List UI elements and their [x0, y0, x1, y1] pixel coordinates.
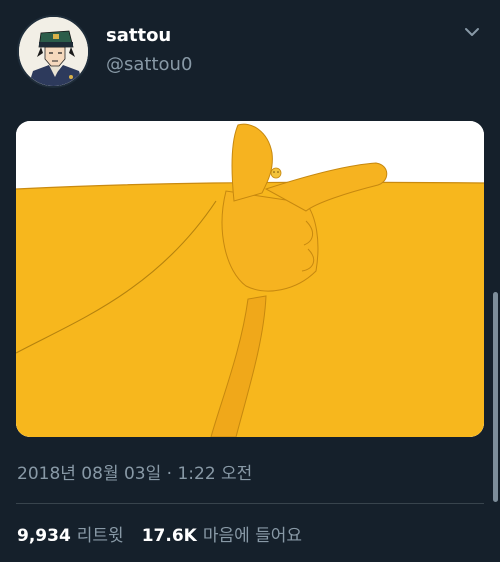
- character-avatar-icon: [19, 17, 88, 86]
- avatar[interactable]: [17, 15, 90, 88]
- like-count[interactable]: 17.6K: [142, 526, 197, 546]
- tweet-header: sattou @sattou0: [0, 0, 500, 110]
- tweet-timestamp[interactable]: 2018년 08월 03일 · 1:22 오전: [17, 459, 252, 484]
- user-handle[interactable]: @sattou0: [106, 54, 192, 75]
- retweet-count[interactable]: 9,934: [17, 526, 71, 546]
- like-label[interactable]: 마음에 들어요: [203, 521, 302, 546]
- chevron-down-icon[interactable]: [462, 22, 482, 42]
- tweet-image[interactable]: [16, 121, 484, 437]
- retweet-label[interactable]: 리트윗: [77, 521, 124, 546]
- hand-gesture-illustration: [16, 121, 484, 437]
- display-name[interactable]: sattou: [106, 25, 171, 46]
- divider: [16, 503, 484, 504]
- tweet-stats: 9,934 리트윗 17.6K 마음에 들어요: [17, 521, 302, 546]
- scrollbar[interactable]: [493, 292, 498, 502]
